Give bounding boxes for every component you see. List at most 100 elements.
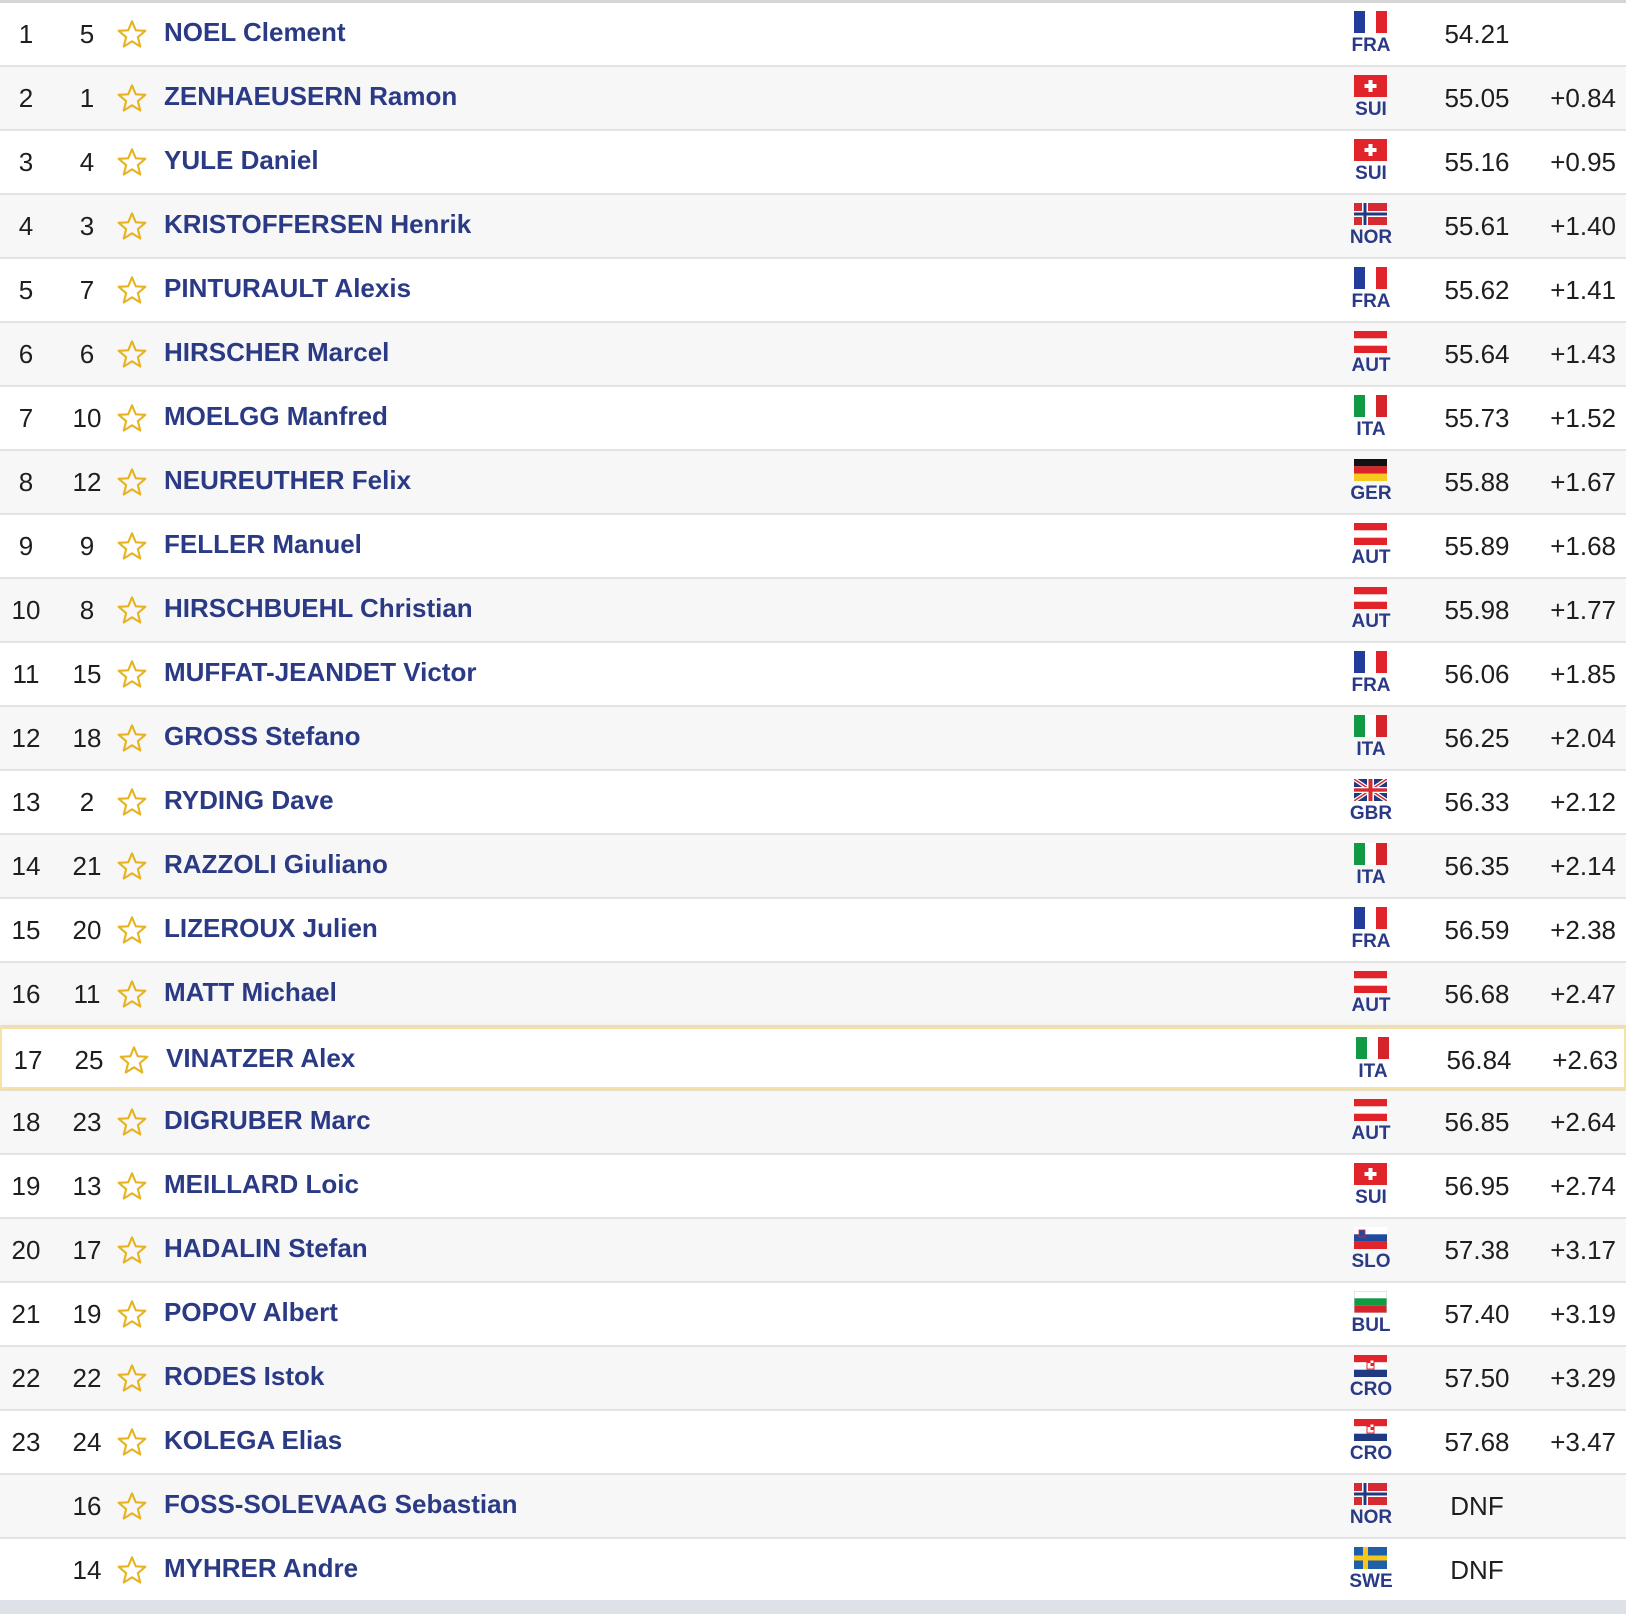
athlete-name-link[interactable]: DIGRUBER Marc <box>164 1091 371 1153</box>
result-row[interactable]: 16 11 MATT Michael AUT 56.68 +2.47 <box>0 963 1626 1025</box>
bib: 23 <box>72 1107 102 1137</box>
athlete-name-link[interactable]: LIZEROUX Julien <box>164 899 378 961</box>
athlete-name-link[interactable]: VINATZER Alex <box>166 1029 355 1091</box>
result-row[interactable]: 9 9 FELLER Manuel AUT 55.89 +1.68 <box>0 515 1626 577</box>
result-row[interactable]: 3 4 YULE Daniel SUI 55.16 +0.95 <box>0 131 1626 193</box>
favorite-star-icon[interactable] <box>112 451 152 513</box>
favorite-star-icon[interactable] <box>112 1411 152 1473</box>
favorite-star-icon[interactable] <box>112 131 152 193</box>
result-row[interactable]: 6 6 HIRSCHER Marcel AUT 55.64 +1.43 <box>0 323 1626 385</box>
rank <box>0 1475 52 1537</box>
result-row[interactable]: 15 20 LIZEROUX Julien FRA 56.59 +2.38 <box>0 899 1626 961</box>
time-difference: +2.14 <box>1550 851 1616 881</box>
favorite-star-icon[interactable] <box>112 835 152 897</box>
athlete-name-link[interactable]: POPOV Albert <box>164 1283 338 1345</box>
nation: AUT <box>1330 323 1412 385</box>
athlete-name-link[interactable]: RYDING Dave <box>164 771 334 833</box>
favorite-star-icon[interactable] <box>112 1219 152 1281</box>
rank: 4 <box>18 211 34 241</box>
athlete-name-link[interactable]: RODES Istok <box>164 1347 324 1409</box>
result-row[interactable]: 13 2 RYDING Dave GBR 56.33 +2.12 <box>0 771 1626 833</box>
favorite-star-icon[interactable] <box>112 771 152 833</box>
favorite-star-icon[interactable] <box>112 1283 152 1345</box>
athlete-name-link[interactable]: MYHRER Andre <box>164 1539 358 1601</box>
result-row[interactable]: 8 12 NEUREUTHER Felix GER 55.88 +1.67 <box>0 451 1626 513</box>
result-row[interactable]: 23 24 KOLEGA Elias CRO 57.68 +3.47 <box>0 1411 1626 1473</box>
favorite-star-icon[interactable] <box>112 323 152 385</box>
athlete-name-link[interactable]: GROSS Stefano <box>164 707 360 769</box>
rank: 17 <box>13 1045 43 1075</box>
result-row[interactable]: 7 10 MOELGG Manfred ITA 55.73 +1.52 <box>0 387 1626 449</box>
favorite-star-icon[interactable] <box>112 1347 152 1409</box>
favorite-star-icon[interactable] <box>112 1091 152 1153</box>
favorite-star-icon[interactable] <box>112 899 152 961</box>
athlete-name-link[interactable]: KOLEGA Elias <box>164 1411 342 1473</box>
favorite-star-icon[interactable] <box>112 387 152 449</box>
country-flag-icon <box>1354 459 1387 481</box>
result-row[interactable]: 16 FOSS-SOLEVAAG Sebastian NOR DNF <box>0 1475 1626 1537</box>
nation-code: ITA <box>1356 867 1386 888</box>
athlete-name-link[interactable]: RAZZOLI Giuliano <box>164 835 388 897</box>
result-row[interactable]: 10 8 HIRSCHBUEHL Christian AUT 55.98 +1.… <box>0 579 1626 641</box>
favorite-star-icon[interactable] <box>112 1155 152 1217</box>
nation-code: ITA <box>1356 739 1386 760</box>
result-row[interactable]: 14 MYHRER Andre SWE DNF <box>0 1539 1626 1601</box>
athlete-name-link[interactable]: FELLER Manuel <box>164 515 362 577</box>
athlete-name-link[interactable]: NOEL Clement <box>164 3 346 65</box>
country-flag-icon <box>1354 1099 1387 1121</box>
favorite-star-icon[interactable] <box>112 3 152 65</box>
athlete-name-link[interactable]: FOSS-SOLEVAAG Sebastian <box>164 1475 517 1537</box>
result-row[interactable]: 11 15 MUFFAT-JEANDET Victor FRA 56.06 +1… <box>0 643 1626 705</box>
nation-code: CRO <box>1349 1379 1393 1400</box>
result-row[interactable]: 4 3 KRISTOFFERSEN Henrik NOR 55.61 +1.40 <box>0 195 1626 257</box>
rank: 18 <box>11 1107 41 1137</box>
athlete-name-link[interactable]: ZENHAEUSERN Ramon <box>164 67 457 129</box>
athlete-name-link[interactable]: MUFFAT-JEANDET Victor <box>164 643 477 705</box>
result-row[interactable]: 18 23 DIGRUBER Marc AUT 56.85 +2.64 <box>0 1091 1626 1153</box>
result-row[interactable]: 22 22 RODES Istok CRO 57.50 +3.29 <box>0 1347 1626 1409</box>
nation-code: FRA <box>1351 35 1391 56</box>
time-difference: +3.17 <box>1550 1235 1616 1265</box>
rank: 16 <box>11 979 41 1009</box>
favorite-star-icon[interactable] <box>112 1475 152 1537</box>
result-row[interactable]: 14 21 RAZZOLI Giuliano ITA 56.35 +2.14 <box>0 835 1626 897</box>
result-row[interactable]: 5 7 PINTURAULT Alexis FRA 55.62 +1.41 <box>0 259 1626 321</box>
favorite-star-icon[interactable] <box>114 1029 154 1091</box>
result-row[interactable]: 1 5 NOEL Clement FRA 54.21 <box>0 3 1626 65</box>
athlete-name-link[interactable]: MATT Michael <box>164 963 337 1025</box>
athlete-name-link[interactable]: NEUREUTHER Felix <box>164 451 411 513</box>
athlete-name-link[interactable]: HIRSCHBUEHL Christian <box>164 579 473 641</box>
bib: 10 <box>72 403 102 433</box>
nation-code: AUT <box>1351 1123 1391 1144</box>
favorite-star-icon[interactable] <box>112 963 152 1025</box>
athlete-name-link[interactable]: PINTURAULT Alexis <box>164 259 411 321</box>
athlete-name-link[interactable]: MEILLARD Loic <box>164 1155 359 1217</box>
favorite-star-icon[interactable] <box>112 707 152 769</box>
favorite-star-icon[interactable] <box>112 67 152 129</box>
athlete-name-link[interactable]: HADALIN Stefan <box>164 1219 368 1281</box>
favorite-star-icon[interactable] <box>112 515 152 577</box>
result-row[interactable]: 19 13 MEILLARD Loic SUI 56.95 +2.74 <box>0 1155 1626 1217</box>
athlete-name-link[interactable]: MOELGG Manfred <box>164 387 388 449</box>
favorite-star-icon[interactable] <box>112 195 152 257</box>
result-row[interactable]: 21 19 POPOV Albert BUL 57.40 +3.19 <box>0 1283 1626 1345</box>
country-flag-icon <box>1354 1547 1387 1569</box>
result-row[interactable]: 17 25 VINATZER Alex ITA 56.84 +2.63 <box>0 1027 1626 1089</box>
favorite-star-icon[interactable] <box>112 1539 152 1601</box>
time-difference: +3.29 <box>1550 1363 1616 1393</box>
athlete-name-link[interactable]: KRISTOFFERSEN Henrik <box>164 195 471 257</box>
athlete-name-link[interactable]: YULE Daniel <box>164 131 319 193</box>
nation-code: AUT <box>1351 547 1391 568</box>
favorite-star-icon[interactable] <box>112 259 152 321</box>
rank: 2 <box>18 83 34 113</box>
result-row[interactable]: 20 17 HADALIN Stefan SLO 57.38 +3.17 <box>0 1219 1626 1281</box>
time-difference <box>1520 3 1616 65</box>
result-row[interactable]: 2 1 ZENHAEUSERN Ramon SUI 55.05 +0.84 <box>0 67 1626 129</box>
nation-code: SWE <box>1349 1571 1393 1592</box>
athlete-name-link[interactable]: HIRSCHER Marcel <box>164 323 389 385</box>
favorite-star-icon[interactable] <box>112 643 152 705</box>
time-difference <box>1520 1475 1616 1537</box>
time-difference: +2.38 <box>1550 915 1616 945</box>
result-row[interactable]: 12 18 GROSS Stefano ITA 56.25 +2.04 <box>0 707 1626 769</box>
favorite-star-icon[interactable] <box>112 579 152 641</box>
